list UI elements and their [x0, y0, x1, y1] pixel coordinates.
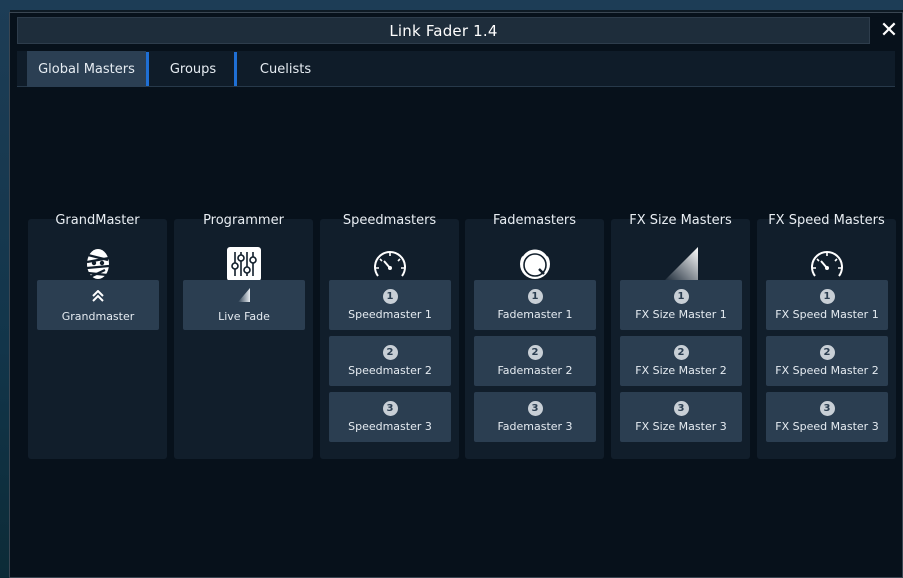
- tab-groups[interactable]: Groups: [152, 51, 234, 87]
- mummy-icon: [28, 243, 167, 285]
- tab-label: Global Masters: [38, 61, 135, 77]
- fademaster-1-button[interactable]: 1 Fademaster 1: [474, 280, 596, 330]
- button-label: Live Fade: [218, 310, 270, 323]
- speedmaster-2-button[interactable]: 2 Speedmaster 2: [329, 336, 451, 386]
- number-2-icon: 2: [527, 345, 543, 360]
- fx-size-master-3-button[interactable]: 3 FX Size Master 3: [620, 392, 742, 442]
- window-titlebar[interactable]: Link Fader 1.4: [17, 17, 870, 44]
- column-title: Programmer: [203, 213, 284, 228]
- fademaster-3-button[interactable]: 3 Fademaster 3: [474, 392, 596, 442]
- fx-speed-master-1-button[interactable]: 1 FX Speed Master 1: [766, 280, 888, 330]
- button-label: Speedmaster 2: [348, 364, 432, 377]
- button-label: Grandmaster: [61, 310, 135, 323]
- number-1-icon: 1: [382, 289, 398, 304]
- close-button[interactable]: ✕: [876, 17, 902, 44]
- tab-global-masters[interactable]: Global Masters: [27, 51, 146, 87]
- double-chevron-up-icon: [91, 287, 105, 306]
- button-label: Fademaster 3: [497, 420, 573, 433]
- number-2-icon: 2: [673, 345, 689, 360]
- number-3-icon: 3: [527, 401, 543, 416]
- speedometer-icon: [320, 243, 459, 285]
- button-label: FX Speed Master 3: [775, 420, 879, 433]
- desktop-background-top: [0, 0, 903, 10]
- button-label: FX Size Master 1: [635, 308, 727, 321]
- close-icon: ✕: [879, 18, 899, 43]
- fademaster-2-button[interactable]: 2 Fademaster 2: [474, 336, 596, 386]
- button-label: Speedmaster 3: [348, 420, 432, 433]
- link-fader-window: Link Fader 1.4 ✕ Global Masters Groups C…: [9, 12, 903, 578]
- column-title: FX Size Masters: [629, 213, 732, 228]
- number-3-icon: 3: [673, 401, 689, 416]
- speedmaster-3-button[interactable]: 3 Speedmaster 3: [329, 392, 451, 442]
- column-title: Speedmasters: [342, 213, 437, 228]
- fx-speed-master-2-button[interactable]: 2 FX Speed Master 2: [766, 336, 888, 386]
- fx-size-master-1-button[interactable]: 1 FX Size Master 1: [620, 280, 742, 330]
- live-fade-button[interactable]: Live Fade: [183, 280, 305, 330]
- column-title: Fademasters: [492, 213, 577, 228]
- tab-label: Cuelists: [259, 61, 312, 77]
- fx-speed-master-3-button[interactable]: 3 FX Speed Master 3: [766, 392, 888, 442]
- number-3-icon: 3: [382, 401, 398, 416]
- tab-separator: [146, 52, 149, 86]
- button-label: Fademaster 2: [497, 364, 573, 377]
- number-1-icon: 1: [527, 289, 543, 304]
- button-label: FX Speed Master 1: [775, 308, 879, 321]
- column-title: FX Speed Masters: [768, 213, 885, 228]
- column-title: GrandMaster: [55, 213, 140, 228]
- tab-separator: [234, 52, 237, 86]
- window-title: Link Fader 1.4: [389, 21, 498, 40]
- number-2-icon: 2: [819, 345, 835, 360]
- speedmaster-1-button[interactable]: 1 Speedmaster 1: [329, 280, 451, 330]
- button-label: FX Size Master 2: [635, 364, 727, 377]
- grandmaster-button[interactable]: Grandmaster: [37, 280, 159, 330]
- ramp-triangle-icon: [611, 243, 750, 285]
- speedometer-icon: [757, 243, 896, 285]
- button-label: Fademaster 1: [497, 308, 573, 321]
- tab-label: Groups: [169, 61, 217, 77]
- fx-size-master-2-button[interactable]: 2 FX Size Master 2: [620, 336, 742, 386]
- number-1-icon: 1: [673, 289, 689, 304]
- button-label: FX Size Master 3: [635, 420, 727, 433]
- tab-bar: Global Masters Groups Cuelists: [17, 51, 895, 87]
- fade-ramp-icon: [238, 287, 250, 306]
- number-2-icon: 2: [382, 345, 398, 360]
- knob-icon: [465, 243, 604, 285]
- tab-cuelists[interactable]: Cuelists: [239, 51, 332, 87]
- number-1-icon: 1: [819, 289, 835, 304]
- button-label: Speedmaster 1: [348, 308, 432, 321]
- number-3-icon: 3: [819, 401, 835, 416]
- sliders-icon: [174, 243, 313, 285]
- button-label: FX Speed Master 2: [775, 364, 879, 377]
